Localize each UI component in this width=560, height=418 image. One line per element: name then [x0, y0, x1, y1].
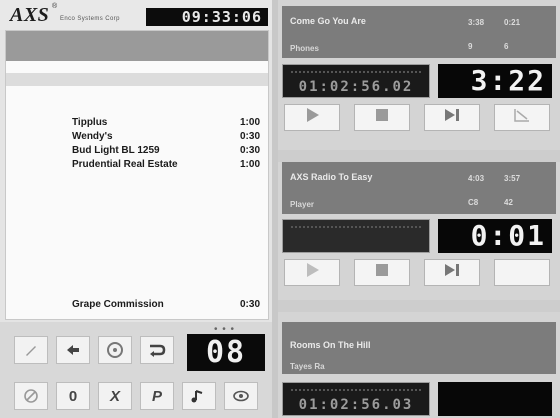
list-item[interactable] — [6, 189, 268, 202]
item-duration: 1:00 — [239, 159, 260, 170]
player-separator — [278, 300, 560, 312]
list-item[interactable]: Grape Commission 0:30 — [6, 299, 268, 312]
title-bar: AXS ® Enco Systems Corp 09:33:06 — [0, 0, 272, 30]
player-stat: 0:21 — [504, 18, 521, 27]
list-item[interactable]: Tipplus 1:00 — [6, 117, 268, 130]
pause-button[interactable]: P — [140, 382, 174, 410]
player-separator — [278, 150, 560, 162]
delete-button[interactable]: X — [98, 382, 132, 410]
playlist[interactable]: Tipplus 1:00 Wendy's 0:30 Bud Light BL 1… — [5, 30, 269, 320]
stop-icon — [374, 262, 390, 283]
time-of-day-clock: 09:33:06 — [146, 8, 268, 26]
level-meter: 01:02:56.02 — [282, 64, 430, 98]
pencil-icon — [23, 342, 39, 358]
fade-icon — [513, 107, 531, 128]
item-duration: 0:30 — [239, 145, 260, 156]
meter-readout: 01:02:56.02 — [298, 79, 414, 95]
p-icon: P — [151, 387, 162, 405]
player-title: Come Go You Are — [290, 16, 366, 26]
playlist-pane: AXS ® Enco Systems Corp 09:33:06 Tipplus… — [0, 0, 272, 418]
player-stat: 6 — [504, 42, 509, 51]
fade-button[interactable] — [494, 104, 550, 131]
player-stat: 9 — [468, 42, 473, 51]
player-artist: Player — [290, 200, 315, 209]
meter-readout: 01:02:56.03 — [298, 397, 414, 413]
remaining-time: 0:01 — [438, 219, 552, 253]
list-item[interactable]: Bud Light BL 1259 0:30 — [6, 145, 268, 158]
music-button[interactable] — [182, 382, 216, 410]
player-title: AXS Radio To Easy — [290, 172, 373, 182]
stop-button[interactable] — [354, 104, 410, 131]
edit-button[interactable] — [14, 336, 48, 364]
item-duration: 1:00 — [239, 117, 260, 128]
arrow-icon — [65, 342, 81, 358]
return-icon — [148, 342, 166, 358]
playing-highlight — [6, 31, 268, 61]
player-header: Come Go You Are Phones 3:38 0:21 9 6 — [282, 6, 556, 58]
item-title: Wendy's — [72, 131, 113, 142]
player-artist: Tayes Ra — [290, 362, 325, 371]
no-icon — [23, 388, 39, 404]
play-icon — [303, 261, 321, 284]
player-stat: 4:03 — [468, 174, 485, 183]
item-title: Grape Commission — [72, 299, 164, 310]
logo-subtitle: Enco Systems Corp — [60, 16, 120, 22]
play-icon — [303, 106, 321, 129]
stop-button[interactable] — [354, 259, 410, 286]
event-counter: 08 — [187, 334, 265, 371]
item-duration: 0:30 — [239, 131, 260, 142]
player-header: AXS Radio To Easy Player 4:03 3:57 C8 42 — [282, 162, 556, 214]
player-1: Come Go You Are Phones 3:38 0:21 9 6 01:… — [278, 0, 560, 150]
disc-icon — [106, 341, 124, 359]
item-duration: 0:30 — [239, 299, 260, 310]
play-button[interactable] — [284, 104, 340, 131]
logo-registered-mark: ® — [52, 3, 58, 10]
skip-button[interactable] — [424, 259, 480, 286]
player-header: Rooms On The Hill Tayes Ra — [282, 322, 556, 374]
info-icon: 0 — [68, 387, 78, 405]
player-title: Rooms On The Hill — [290, 340, 371, 350]
skip-button[interactable] — [424, 104, 480, 131]
player-2: AXS Radio To Easy Player 4:03 3:57 C8 42… — [278, 162, 560, 300]
players-pane: Come Go You Are Phones 3:38 0:21 9 6 01:… — [278, 0, 560, 418]
return-button[interactable] — [140, 336, 174, 364]
blank-button[interactable] — [494, 259, 550, 286]
disc-button[interactable] — [98, 336, 132, 364]
remaining-time — [438, 382, 552, 416]
stop-icon — [374, 107, 390, 128]
level-meter — [282, 219, 430, 253]
player-stat: 42 — [504, 198, 513, 207]
skip-next-icon — [443, 262, 461, 283]
info-button[interactable]: 0 — [56, 382, 90, 410]
player-stat: 3:57 — [504, 174, 521, 183]
list-item[interactable] — [6, 31, 268, 46]
player-stat: C8 — [468, 198, 479, 207]
player-stat: 3:38 — [468, 18, 485, 27]
list-item[interactable]: Wendy's 0:30 — [6, 131, 268, 144]
item-title: Tipplus — [72, 117, 108, 128]
eye-icon — [232, 389, 250, 403]
level-meter: 01:02:56.03 — [282, 382, 430, 416]
list-item[interactable] — [6, 271, 268, 284]
note-icon — [190, 388, 208, 404]
preview-button[interactable] — [224, 382, 258, 410]
counter-dots: • • • — [214, 324, 236, 335]
list-item[interactable] — [6, 75, 268, 88]
skip-next-icon — [443, 107, 461, 128]
list-item[interactable]: Prudential Real Estate 1:00 — [6, 159, 268, 172]
item-title: Prudential Real Estate — [72, 159, 178, 170]
block-button[interactable] — [14, 382, 48, 410]
player-artist: Phones — [290, 44, 319, 53]
player-3: Rooms On The Hill Tayes Ra 01:02:56.03 — [278, 312, 560, 418]
item-title: Bud Light BL 1259 — [72, 145, 160, 156]
remaining-time: 3:22 — [438, 64, 552, 98]
app-logo: AXS — [10, 4, 50, 26]
play-button[interactable] — [284, 259, 340, 286]
insert-button[interactable] — [56, 336, 90, 364]
x-icon: X — [109, 387, 120, 405]
